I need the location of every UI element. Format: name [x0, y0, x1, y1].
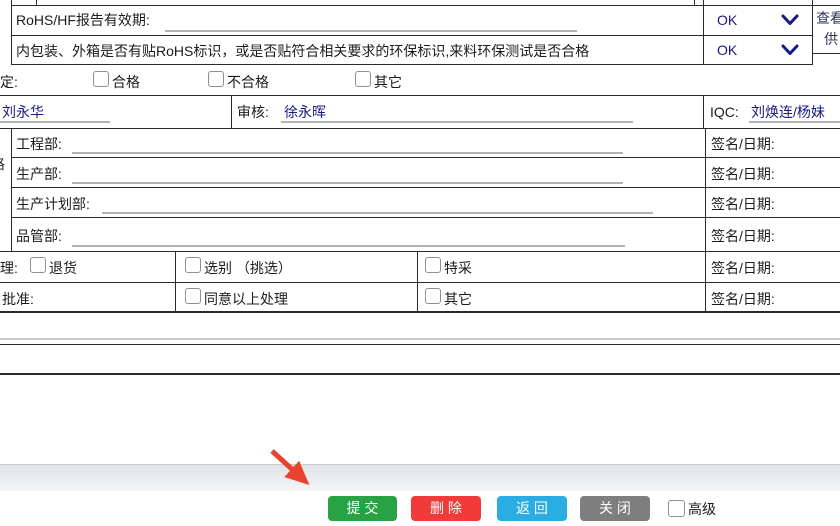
border-line	[0, 311, 840, 313]
border-line	[175, 251, 176, 312]
view-link[interactable]: 查看	[816, 9, 840, 27]
border-line	[705, 128, 706, 252]
border-line	[11, 0, 12, 65]
dept-planning-input-line[interactable]	[102, 212, 653, 214]
border-line	[11, 64, 812, 65]
border-line	[231, 95, 232, 129]
chevron-down-icon	[781, 14, 799, 30]
side-text-fragment: 供	[824, 30, 838, 48]
rohs-report-status-value: OK	[717, 11, 737, 29]
close-button[interactable]: 关 闭	[580, 496, 650, 521]
judgement-label: 定:	[0, 73, 18, 91]
rohs-report-status-select[interactable]: OK	[703, 6, 812, 35]
inspector-value: 刘永华	[2, 103, 44, 121]
approval-label: 批准:	[2, 290, 34, 308]
checkbox-other-approval-label: 其它	[444, 290, 472, 308]
dept-quality-sign-label: 签名/日期:	[711, 227, 775, 245]
submit-button[interactable]: 提 交	[328, 496, 397, 521]
delete-button[interactable]: 删 除	[411, 496, 481, 521]
border-line	[812, 53, 840, 54]
border-line	[417, 251, 418, 312]
rohs-report-label: RoHS/HF报告有效期:	[16, 11, 150, 29]
divider-line	[0, 338, 840, 340]
packaging-question-label: 内包装、外箱是否有贴RoHS标识，或是否贴符合相关要求的环保标识,来料环保测试是…	[16, 42, 589, 60]
border-line	[0, 251, 840, 252]
checkbox-special-acceptance[interactable]	[425, 257, 441, 273]
border-line	[0, 128, 840, 129]
dept-production-label: 生产部:	[16, 165, 62, 183]
footer-band	[0, 464, 840, 491]
checkbox-pass-label: 合格	[112, 73, 140, 91]
form-screen: RoHS/HF报告有效期: OK 内包装、外箱是否有贴RoHS标识，或是否贴符合…	[0, 0, 840, 526]
border-line	[0, 282, 840, 283]
checkbox-sorting-label: 选别 （挑选）	[204, 259, 292, 277]
border-line	[11, 187, 840, 188]
reviewer-value: 徐永晖	[284, 103, 326, 121]
divider-line	[0, 373, 840, 375]
checkbox-other-judgement[interactable]	[355, 71, 371, 87]
checkbox-other-approval[interactable]	[425, 288, 441, 304]
border-line	[705, 251, 706, 312]
iqc-value: 刘焕连/杨妹	[751, 103, 825, 121]
dept-production-input-line[interactable]	[72, 182, 623, 184]
checkbox-pass[interactable]	[93, 71, 109, 87]
checkbox-special-acceptance-label: 特采	[444, 259, 472, 277]
packaging-status-select[interactable]: OK	[703, 36, 812, 64]
handling-sign-label: 签名/日期:	[711, 259, 775, 277]
checkbox-agree-handling-label: 同意以上处理	[204, 290, 288, 308]
checkbox-agree-handling[interactable]	[185, 288, 201, 304]
dept-engineering-label: 工程部:	[16, 135, 62, 153]
inspector-input-line[interactable]	[0, 121, 110, 123]
reviewer-label: 审核:	[237, 103, 269, 121]
border-line	[694, 0, 695, 6]
iqc-input-line[interactable]	[749, 121, 840, 123]
border-line	[0, 95, 840, 96]
side-cell: 查看 供	[813, 6, 840, 53]
checkbox-return-goods-label: 退货	[49, 259, 77, 277]
reviewer-input-line[interactable]	[281, 121, 633, 123]
checkbox-sorting[interactable]	[185, 257, 201, 273]
checkbox-other-judgement-label: 其它	[374, 73, 402, 91]
border-line	[36, 0, 37, 6]
checkbox-return-goods[interactable]	[30, 257, 46, 273]
back-button[interactable]: 返 回	[497, 496, 567, 521]
divider-line	[0, 344, 840, 345]
advanced-checkbox[interactable]	[668, 500, 685, 517]
advanced-checkbox-label: 高级	[688, 500, 716, 518]
rohs-report-input-line[interactable]	[165, 30, 577, 32]
packaging-status-value: OK	[717, 41, 737, 59]
chevron-down-icon	[781, 44, 799, 60]
border-line	[703, 95, 704, 129]
dept-production-sign-label: 签名/日期:	[711, 165, 775, 183]
checkbox-fail[interactable]	[208, 71, 224, 87]
handling-label: 理:	[0, 259, 18, 277]
border-line	[11, 35, 812, 36]
dept-planning-sign-label: 签名/日期:	[711, 195, 775, 213]
approval-sign-label: 签名/日期:	[711, 290, 775, 308]
clipped-left-label-fragment: 格	[0, 155, 5, 173]
dept-engineering-sign-label: 签名/日期:	[711, 135, 775, 153]
iqc-label: IQC:	[710, 103, 739, 121]
border-line	[11, 128, 12, 252]
checkbox-fail-label: 不合格	[227, 73, 269, 91]
dept-engineering-input-line[interactable]	[72, 152, 623, 154]
dept-quality-label: 品管部:	[16, 227, 62, 245]
red-arrow-annotation	[258, 444, 334, 505]
dept-quality-input-line[interactable]	[72, 245, 625, 247]
border-line	[11, 217, 840, 218]
dept-planning-label: 生产计划部:	[16, 195, 90, 213]
border-line	[11, 157, 840, 158]
